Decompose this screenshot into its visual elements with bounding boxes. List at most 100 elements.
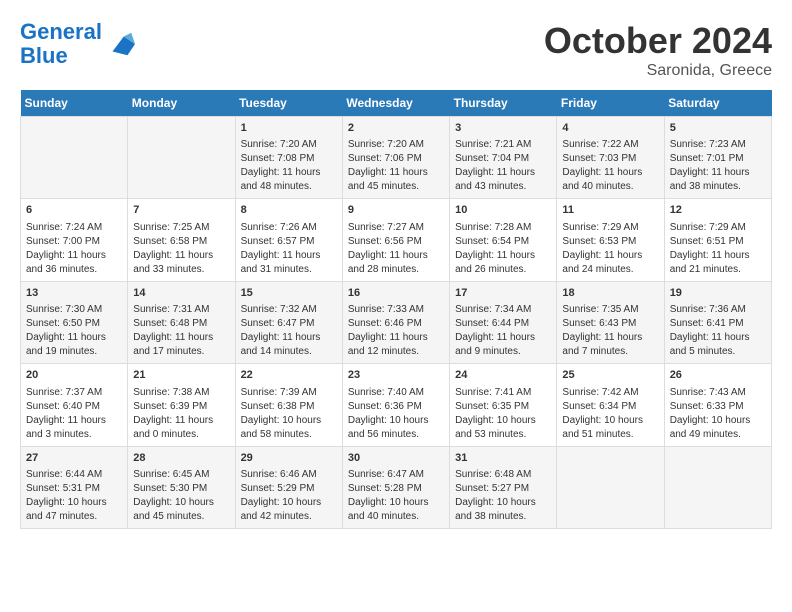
day-number: 7: [133, 203, 229, 218]
sunrise-text: Sunrise: 6:46 AM: [241, 469, 317, 480]
sunset-text: Sunset: 7:01 PM: [670, 153, 744, 164]
day-number: 12: [670, 203, 766, 218]
sunrise-text: Sunrise: 6:48 AM: [455, 469, 531, 480]
calendar-week-row: 6Sunrise: 7:24 AMSunset: 7:00 PMDaylight…: [21, 199, 772, 281]
sunset-text: Sunset: 6:34 PM: [562, 401, 636, 412]
day-number: 5: [670, 121, 766, 136]
sunrise-text: Sunrise: 7:29 AM: [670, 222, 746, 233]
daylight-text: Daylight: 11 hours and 0 minutes.: [133, 415, 213, 440]
daylight-text: Daylight: 11 hours and 31 minutes.: [241, 250, 321, 275]
calendar-cell: 28Sunrise: 6:45 AMSunset: 5:30 PMDayligh…: [128, 446, 235, 528]
sunrise-text: Sunrise: 7:29 AM: [562, 222, 638, 233]
daylight-text: Daylight: 11 hours and 24 minutes.: [562, 250, 642, 275]
calendar-cell: 31Sunrise: 6:48 AMSunset: 5:27 PMDayligh…: [450, 446, 557, 528]
calendar-cell: 23Sunrise: 7:40 AMSunset: 6:36 PMDayligh…: [342, 364, 449, 446]
day-number: 29: [241, 451, 337, 466]
daylight-text: Daylight: 10 hours and 40 minutes.: [348, 497, 429, 522]
sunrise-text: Sunrise: 7:28 AM: [455, 222, 531, 233]
weekday-header-row: SundayMondayTuesdayWednesdayThursdayFrid…: [21, 90, 772, 117]
weekday-header-saturday: Saturday: [664, 90, 771, 117]
sunset-text: Sunset: 7:00 PM: [26, 236, 100, 247]
sunrise-text: Sunrise: 7:43 AM: [670, 387, 746, 398]
sunrise-text: Sunrise: 7:34 AM: [455, 304, 531, 315]
calendar-table: SundayMondayTuesdayWednesdayThursdayFrid…: [20, 90, 772, 529]
sunrise-text: Sunrise: 7:27 AM: [348, 222, 424, 233]
sunset-text: Sunset: 5:30 PM: [133, 483, 207, 494]
weekday-header-sunday: Sunday: [21, 90, 128, 117]
sunrise-text: Sunrise: 7:21 AM: [455, 139, 531, 150]
daylight-text: Daylight: 11 hours and 43 minutes.: [455, 167, 535, 192]
sunrise-text: Sunrise: 7:20 AM: [348, 139, 424, 150]
calendar-cell: 6Sunrise: 7:24 AMSunset: 7:00 PMDaylight…: [21, 199, 128, 281]
calendar-cell: 15Sunrise: 7:32 AMSunset: 6:47 PMDayligh…: [235, 281, 342, 363]
daylight-text: Daylight: 10 hours and 47 minutes.: [26, 497, 107, 522]
calendar-cell: 11Sunrise: 7:29 AMSunset: 6:53 PMDayligh…: [557, 199, 664, 281]
daylight-text: Daylight: 11 hours and 26 minutes.: [455, 250, 535, 275]
calendar-cell: 22Sunrise: 7:39 AMSunset: 6:38 PMDayligh…: [235, 364, 342, 446]
sunset-text: Sunset: 6:53 PM: [562, 236, 636, 247]
sunset-text: Sunset: 6:50 PM: [26, 318, 100, 329]
day-number: 24: [455, 368, 551, 383]
sunset-text: Sunset: 7:08 PM: [241, 153, 315, 164]
sunset-text: Sunset: 6:38 PM: [241, 401, 315, 412]
calendar-cell: 25Sunrise: 7:42 AMSunset: 6:34 PMDayligh…: [557, 364, 664, 446]
daylight-text: Daylight: 11 hours and 38 minutes.: [670, 167, 750, 192]
sunset-text: Sunset: 6:57 PM: [241, 236, 315, 247]
logo-text: General Blue: [20, 20, 102, 68]
sunset-text: Sunset: 6:36 PM: [348, 401, 422, 412]
sunrise-text: Sunrise: 7:35 AM: [562, 304, 638, 315]
sunset-text: Sunset: 6:35 PM: [455, 401, 529, 412]
calendar-cell: 24Sunrise: 7:41 AMSunset: 6:35 PMDayligh…: [450, 364, 557, 446]
sunrise-text: Sunrise: 7:40 AM: [348, 387, 424, 398]
day-number: 4: [562, 121, 658, 136]
sunrise-text: Sunrise: 7:20 AM: [241, 139, 317, 150]
sunrise-text: Sunrise: 6:47 AM: [348, 469, 424, 480]
month-year: October 2024: [544, 20, 772, 62]
calendar-cell: 14Sunrise: 7:31 AMSunset: 6:48 PMDayligh…: [128, 281, 235, 363]
weekday-header-tuesday: Tuesday: [235, 90, 342, 117]
calendar-week-row: 20Sunrise: 7:37 AMSunset: 6:40 PMDayligh…: [21, 364, 772, 446]
calendar-cell: 21Sunrise: 7:38 AMSunset: 6:39 PMDayligh…: [128, 364, 235, 446]
calendar-cell: 9Sunrise: 7:27 AMSunset: 6:56 PMDaylight…: [342, 199, 449, 281]
day-number: 23: [348, 368, 444, 383]
sunset-text: Sunset: 6:47 PM: [241, 318, 315, 329]
logo: General Blue: [20, 20, 135, 68]
calendar-cell: [557, 446, 664, 528]
daylight-text: Daylight: 10 hours and 38 minutes.: [455, 497, 536, 522]
weekday-header-friday: Friday: [557, 90, 664, 117]
daylight-text: Daylight: 11 hours and 40 minutes.: [562, 167, 642, 192]
day-number: 6: [26, 203, 122, 218]
sunset-text: Sunset: 5:28 PM: [348, 483, 422, 494]
sunrise-text: Sunrise: 7:37 AM: [26, 387, 102, 398]
day-number: 3: [455, 121, 551, 136]
daylight-text: Daylight: 11 hours and 3 minutes.: [26, 415, 106, 440]
calendar-cell: 17Sunrise: 7:34 AMSunset: 6:44 PMDayligh…: [450, 281, 557, 363]
daylight-text: Daylight: 10 hours and 45 minutes.: [133, 497, 214, 522]
day-number: 27: [26, 451, 122, 466]
daylight-text: Daylight: 10 hours and 53 minutes.: [455, 415, 536, 440]
day-number: 20: [26, 368, 122, 383]
sunset-text: Sunset: 5:31 PM: [26, 483, 100, 494]
sunrise-text: Sunrise: 7:38 AM: [133, 387, 209, 398]
day-number: 9: [348, 203, 444, 218]
day-number: 16: [348, 286, 444, 301]
daylight-text: Daylight: 11 hours and 21 minutes.: [670, 250, 750, 275]
daylight-text: Daylight: 11 hours and 14 minutes.: [241, 332, 321, 357]
day-number: 2: [348, 121, 444, 136]
day-number: 8: [241, 203, 337, 218]
sunrise-text: Sunrise: 7:23 AM: [670, 139, 746, 150]
weekday-header-wednesday: Wednesday: [342, 90, 449, 117]
calendar-cell: [21, 117, 128, 199]
sunrise-text: Sunrise: 7:31 AM: [133, 304, 209, 315]
logo-icon: [105, 29, 135, 59]
sunset-text: Sunset: 7:06 PM: [348, 153, 422, 164]
calendar-week-row: 27Sunrise: 6:44 AMSunset: 5:31 PMDayligh…: [21, 446, 772, 528]
weekday-header-thursday: Thursday: [450, 90, 557, 117]
daylight-text: Daylight: 10 hours and 49 minutes.: [670, 415, 751, 440]
calendar-cell: 8Sunrise: 7:26 AMSunset: 6:57 PMDaylight…: [235, 199, 342, 281]
calendar-cell: 3Sunrise: 7:21 AMSunset: 7:04 PMDaylight…: [450, 117, 557, 199]
sunrise-text: Sunrise: 7:32 AM: [241, 304, 317, 315]
weekday-header-monday: Monday: [128, 90, 235, 117]
sunset-text: Sunset: 6:58 PM: [133, 236, 207, 247]
calendar-cell: 7Sunrise: 7:25 AMSunset: 6:58 PMDaylight…: [128, 199, 235, 281]
